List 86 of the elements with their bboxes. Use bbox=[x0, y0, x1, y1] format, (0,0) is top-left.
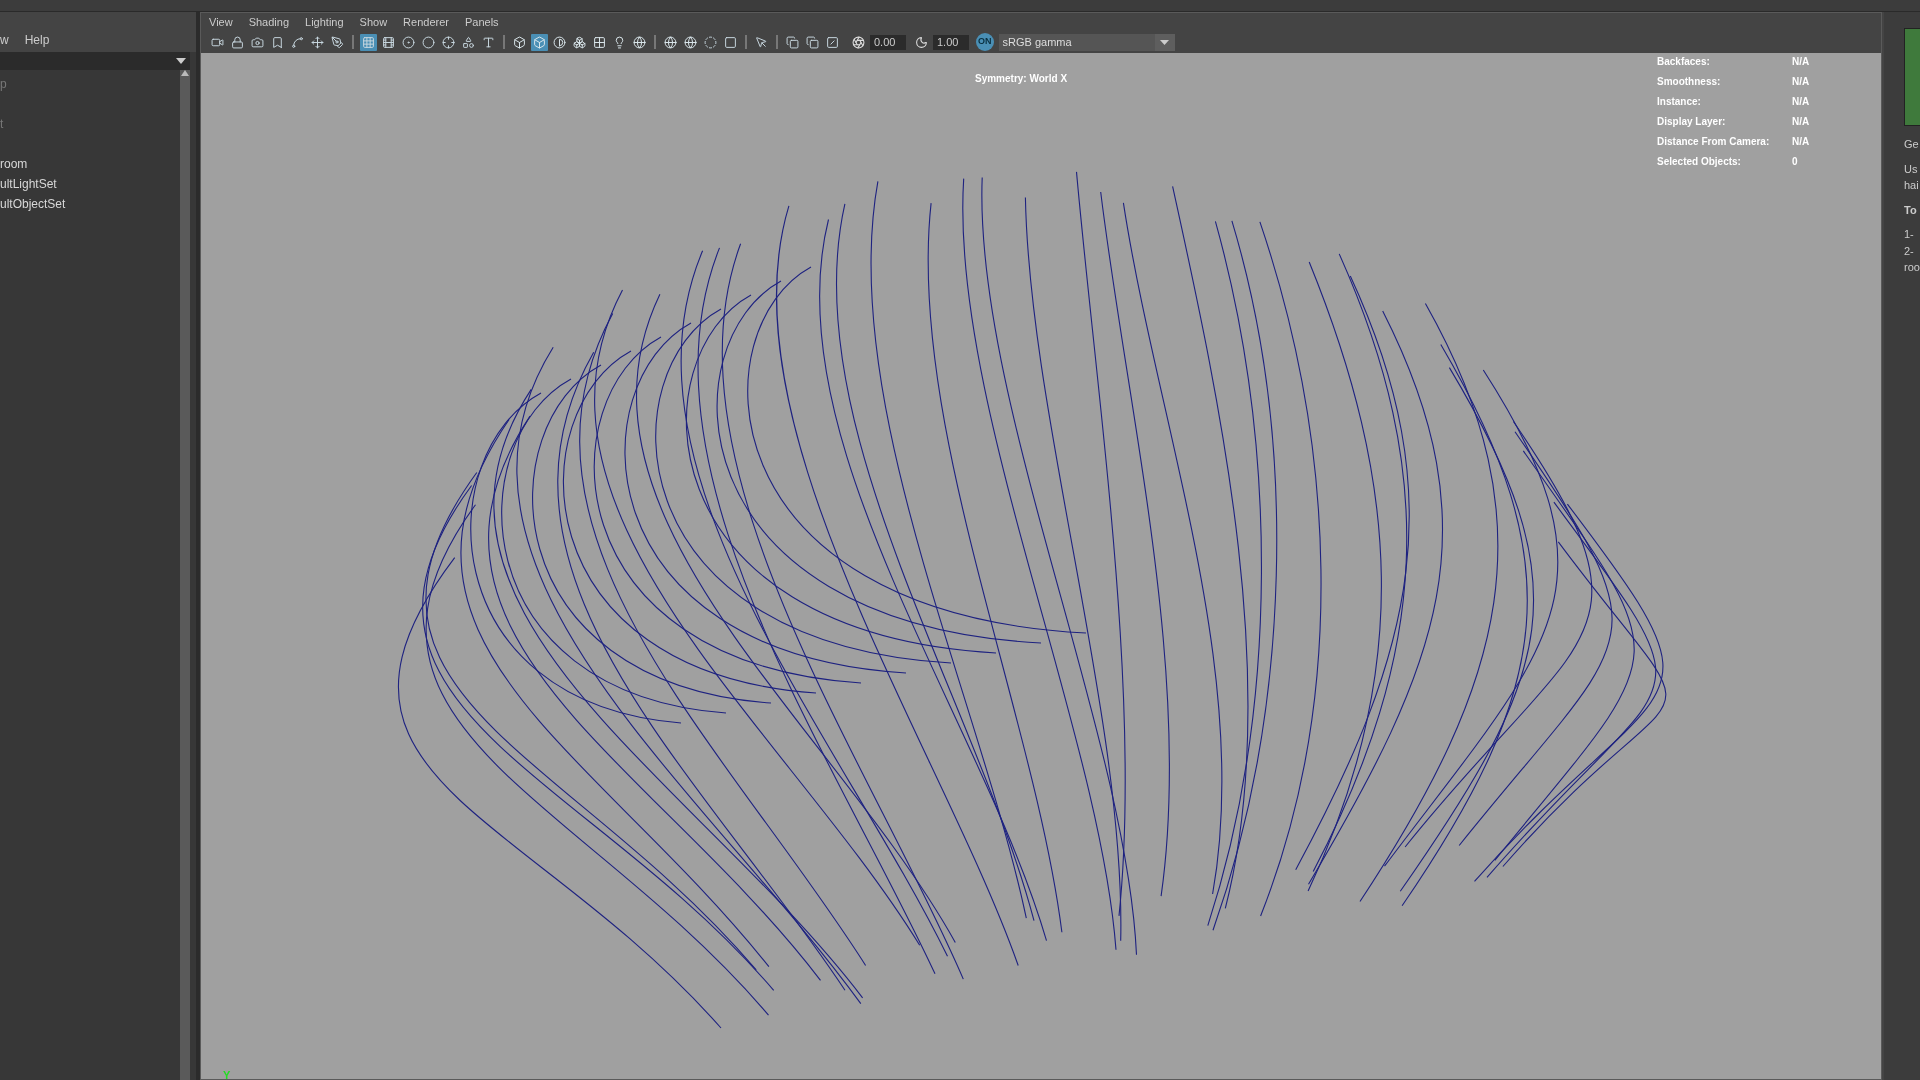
panel-text: hai bbox=[1904, 178, 1920, 193]
toolbar-button[interactable] bbox=[702, 33, 719, 51]
hud-value: N/A bbox=[1792, 114, 1810, 129]
panel-text: Ge bbox=[1904, 137, 1920, 152]
shaded-cube-icon bbox=[533, 35, 546, 49]
hud-label: Smoothness: bbox=[1657, 74, 1722, 89]
wireframe-cube-icon bbox=[513, 35, 526, 49]
square-icon bbox=[724, 35, 737, 49]
toolbar-button[interactable] bbox=[360, 33, 377, 51]
menu-item[interactable]: Help bbox=[24, 31, 50, 49]
lock-camera-icon bbox=[231, 35, 244, 49]
toolbar-button[interactable] bbox=[440, 33, 457, 51]
hud-label: Backfaces: bbox=[1657, 54, 1711, 69]
gamma-field[interactable]: 1.00 bbox=[933, 34, 969, 50]
toolbar-button[interactable] bbox=[420, 33, 437, 51]
curve-icon bbox=[291, 35, 304, 49]
hud-label: Instance: bbox=[1657, 94, 1702, 109]
circle-icon bbox=[422, 35, 435, 49]
toolbar-button[interactable] bbox=[662, 33, 679, 51]
cubes-icon bbox=[573, 35, 586, 49]
exposure-field[interactable]: 0.00 bbox=[870, 34, 906, 50]
toolbar-button[interactable] bbox=[329, 33, 346, 51]
aperture-icon bbox=[852, 35, 865, 49]
dropdown-arrow-icon bbox=[1160, 39, 1169, 45]
hud-value: N/A bbox=[1792, 74, 1810, 89]
grid-icon bbox=[362, 35, 375, 49]
sphere-icon bbox=[684, 35, 697, 49]
toolbar-button[interactable] bbox=[551, 33, 568, 51]
panel-text: roo bbox=[1904, 260, 1920, 275]
toolbar-button[interactable] bbox=[531, 33, 548, 51]
move-icon bbox=[311, 35, 324, 49]
symmetry-label: Symmetry: World X bbox=[975, 72, 1068, 86]
menu-item[interactable]: w bbox=[0, 31, 9, 49]
menu-item[interactable]: Show bbox=[359, 13, 388, 31]
hud-value: 0 bbox=[1792, 154, 1798, 169]
slashed-square-icon bbox=[826, 35, 839, 49]
axis-label: Y bbox=[223, 1067, 231, 1079]
panel-text: To bbox=[1904, 202, 1918, 218]
toolbar-button[interactable] bbox=[309, 33, 326, 51]
crosshair-icon bbox=[442, 35, 455, 49]
pen-icon bbox=[331, 35, 344, 49]
panel-text: 2- bbox=[1904, 243, 1915, 259]
dropdown-arrow-icon bbox=[176, 58, 186, 64]
hud-value: N/A bbox=[1792, 94, 1810, 109]
dashed-circle-icon bbox=[704, 35, 717, 49]
toolbar-button[interactable] bbox=[804, 33, 821, 51]
hud-label: Selected Objects: bbox=[1657, 154, 1742, 169]
hud-value: N/A bbox=[1792, 134, 1810, 149]
dot-icon bbox=[402, 35, 415, 49]
half-moon-icon bbox=[915, 35, 928, 49]
lightbulb-icon bbox=[613, 35, 626, 49]
outliner-item[interactable]: room bbox=[0, 154, 180, 174]
copy-icon bbox=[786, 35, 799, 49]
bookmark-icon bbox=[271, 35, 284, 49]
toolbar-button[interactable] bbox=[229, 33, 246, 51]
hud-label: Distance From Camera: bbox=[1657, 134, 1771, 149]
color-management-toggle[interactable]: ON bbox=[976, 33, 994, 51]
menu-item[interactable]: Panels bbox=[464, 13, 499, 31]
camera-icon bbox=[251, 35, 264, 49]
hud-value: N/A bbox=[1792, 54, 1810, 69]
menu-item[interactable]: View bbox=[209, 13, 233, 31]
toolbar-button[interactable] bbox=[682, 33, 699, 51]
panel-text: Us bbox=[1904, 161, 1919, 177]
hud-label: Display Layer: bbox=[1657, 114, 1727, 129]
toolbar-button[interactable] bbox=[631, 33, 648, 51]
toolbar-button[interactable] bbox=[400, 33, 417, 51]
outliner-item[interactable]: ultLightSet bbox=[0, 174, 180, 194]
scrollbar[interactable] bbox=[180, 70, 190, 1080]
dropdown-value: sRGB gamma bbox=[1002, 34, 1072, 50]
toolbar-button[interactable] bbox=[511, 33, 528, 51]
checker-icon bbox=[593, 35, 606, 49]
pointer-icon bbox=[755, 35, 768, 49]
sphere-icon bbox=[664, 35, 677, 49]
menu-item[interactable]: Lighting bbox=[305, 13, 344, 31]
sphere-icon bbox=[633, 35, 646, 49]
outliner-item[interactable]: ultObjectSet bbox=[0, 194, 180, 214]
text-icon bbox=[482, 35, 495, 49]
panel-text: 1- bbox=[1904, 227, 1915, 242]
half-circle-icon bbox=[553, 35, 566, 49]
menu-item[interactable]: Shading bbox=[248, 13, 290, 31]
copy-icon bbox=[806, 35, 819, 49]
menu-item[interactable]: Renderer bbox=[403, 13, 449, 31]
film-icon bbox=[382, 35, 395, 49]
view-transform-dropdown[interactable]: sRGB gamma bbox=[998, 33, 1175, 51]
shapes-icon bbox=[462, 35, 475, 49]
toolbar-button[interactable] bbox=[784, 33, 801, 51]
